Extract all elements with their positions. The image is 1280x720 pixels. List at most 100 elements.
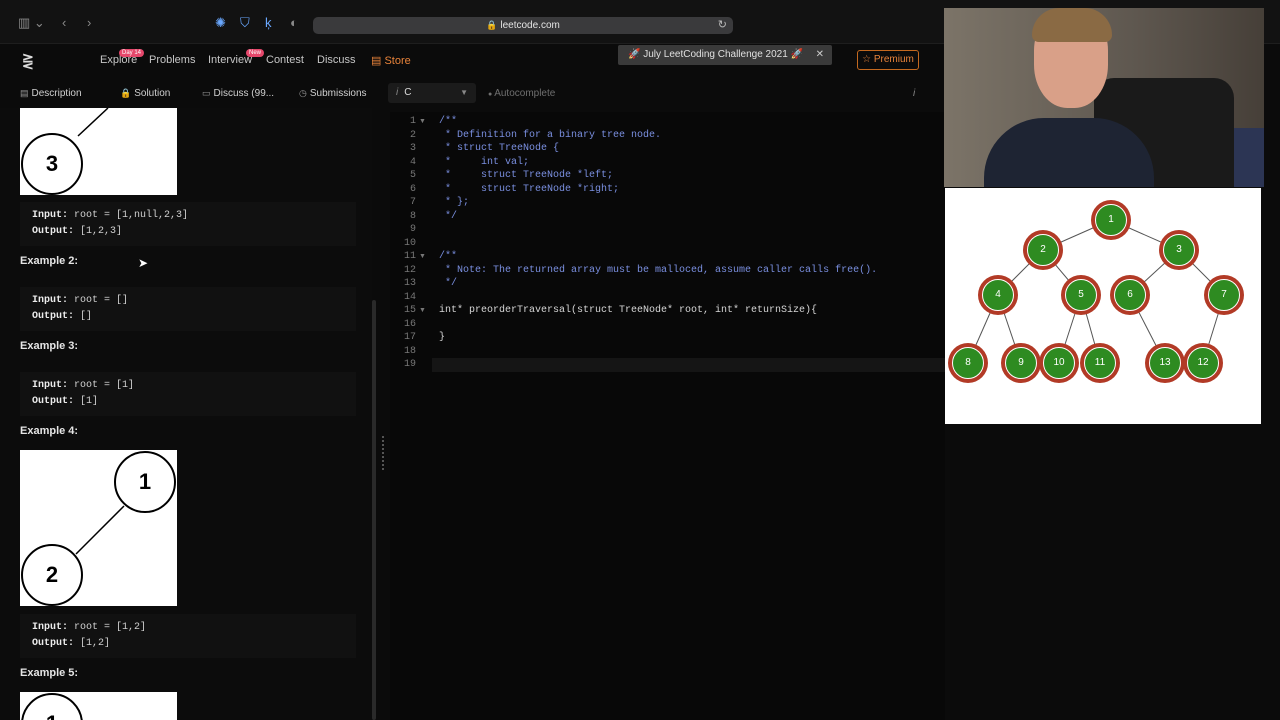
autocomplete-toggle[interactable]: ● Autocomplete — [488, 88, 555, 99]
tree-node-label: 12 — [1187, 347, 1219, 379]
sidebar-toggle-icon[interactable]: ▥ ⌄ — [18, 16, 45, 30]
input-value: root = [1] — [68, 380, 135, 391]
output-label: Output: — [32, 226, 75, 237]
leetcode-logo-icon[interactable]: ⋛ — [22, 53, 34, 70]
close-icon[interactable]: ✕ — [816, 45, 824, 65]
output-value: [1,2] — [74, 638, 111, 649]
extension-sun-icon[interactable]: ✺ — [215, 16, 226, 30]
tab-discuss[interactable]: ▭ Discuss (99... — [202, 88, 274, 99]
code-line: * Definition for a binary tree node. — [439, 129, 662, 141]
forward-icon[interactable]: › — [87, 16, 91, 30]
fold-arrow-icon[interactable]: ▼ — [419, 253, 426, 260]
code-line: */ — [439, 210, 458, 222]
explore-badge: Day 14 — [119, 49, 145, 57]
tree-node-label: 6 — [1114, 279, 1146, 311]
input-value: root = [] — [68, 295, 129, 306]
tree-node-label: 11 — [1084, 347, 1116, 379]
nav-interview[interactable]: Interview — [208, 54, 252, 66]
tree-node: 13 — [1145, 343, 1185, 383]
output-value: [1,2,3] — [74, 226, 123, 237]
webcam-overlay — [944, 8, 1264, 187]
code-line: */ — [439, 278, 458, 289]
tree-node-label: 3 — [1163, 234, 1195, 266]
output-label: Output: — [32, 638, 75, 649]
tree-node: 3 — [1159, 230, 1199, 270]
tree-node: 1 — [21, 693, 83, 720]
reload-icon[interactable]: ↻ — [718, 17, 727, 34]
tree-node: 2 — [21, 544, 83, 606]
example5-title: Example 5: — [20, 667, 79, 679]
url-text: leetcode.com — [500, 20, 560, 31]
tab-solution-label: Solution — [134, 88, 171, 99]
example3-title: Example 3: — [20, 340, 79, 352]
autocomplete-label: Autocomplete — [494, 88, 556, 99]
tab-description-label: Description — [31, 88, 82, 99]
tree-node: 11 — [1080, 343, 1120, 383]
line-number: 11 — [403, 251, 416, 262]
input-label: Input: — [32, 210, 69, 221]
code-editor[interactable]: 1 ▼/** 2 * Definition for a binary tree no… — [390, 112, 945, 720]
language-select[interactable]: iC ▼ — [388, 83, 476, 103]
example3-input: Input: root = [1] — [32, 378, 344, 394]
nav-contest[interactable]: Contest — [266, 54, 304, 66]
example3-block: Input: root = [1] Output: [1] — [20, 372, 356, 416]
extension-shield-icon[interactable]: ⛉ — [240, 16, 250, 30]
description-scrollbar[interactable] — [372, 300, 376, 720]
tree-node-label: 4 — [982, 279, 1014, 311]
description-icon: ▤ — [20, 88, 29, 98]
challenge-banner[interactable]: 🚀 July LeetCoding Challenge 2021 🚀 ✕ — [618, 45, 832, 65]
tree-node-label: 5 — [1065, 279, 1097, 311]
fold-arrow-icon[interactable]: ▼ — [419, 307, 426, 314]
address-bar[interactable]: 🔒 leetcode.com ↻ — [313, 17, 733, 34]
line-number: 12 — [403, 264, 416, 276]
interview-badge: New — [246, 49, 265, 57]
line-number: 8 — [409, 210, 416, 222]
tree-node: 1 — [114, 451, 176, 513]
nav-discuss[interactable]: Discuss — [317, 54, 356, 66]
output-value: [1] — [74, 396, 99, 407]
line-number: 5 — [409, 170, 416, 181]
line-number: 3 — [409, 143, 416, 154]
extension-k-icon[interactable]: ķ — [265, 16, 272, 30]
nav-problems[interactable]: Problems — [149, 54, 195, 66]
example4-input: Input: root = [1,2] — [32, 620, 344, 636]
nav-store[interactable]: ▤ Store — [371, 54, 411, 67]
tree-node-label: 1 — [1095, 204, 1127, 236]
panel-resize-handle[interactable] — [382, 436, 384, 470]
clock-icon: ◷ — [299, 88, 307, 98]
input-label: Input: — [32, 380, 69, 391]
premium-button[interactable]: ☆ Premium — [857, 50, 919, 70]
description-panel: 3 Input: root = [1,null,2,3] Output: [1,… — [0, 108, 372, 720]
code-line: * struct TreeNode { — [439, 143, 560, 154]
webcam-person-body — [984, 118, 1154, 187]
comment-icon: ▭ — [202, 88, 211, 98]
binary-tree-diagram: 1 2 3 4 5 6 7 8 9 10 11 13 12 — [945, 188, 1261, 424]
fold-arrow-icon[interactable]: ▼ — [419, 118, 426, 125]
tab-description[interactable]: ▤ Description — [20, 88, 82, 99]
tree-node: 6 — [1110, 275, 1150, 315]
example2-input: Input: root = [] — [32, 293, 344, 309]
mouse-cursor-icon: ➤ — [138, 256, 149, 270]
line-number: 4 — [409, 156, 416, 168]
line-number: 10 — [403, 237, 416, 249]
example3-output: Output: [1] — [32, 394, 344, 410]
example1-input: Input: root = [1,null,2,3] — [32, 208, 344, 224]
tree-node: 12 — [1183, 343, 1223, 383]
line-number: 18 — [403, 345, 416, 357]
example1-output: Output: [1,2,3] — [32, 224, 344, 240]
example2-block: Input: root = [] Output: [] — [20, 287, 356, 331]
code-line: * Note: The returned array must be mallo… — [439, 264, 878, 276]
lock-icon: 🔒 — [486, 20, 498, 30]
code-line: * }; — [439, 197, 470, 208]
code-line: /** — [439, 251, 458, 262]
back-icon[interactable]: ‹ — [62, 16, 66, 30]
line-number: 17 — [403, 332, 416, 343]
tree-node-label: 13 — [1149, 347, 1181, 379]
info-icon: i — [396, 87, 399, 98]
tree-node: 8 — [948, 343, 988, 383]
tab-submissions[interactable]: ◷ Submissions — [299, 88, 367, 99]
info-icon[interactable]: i — [913, 88, 915, 99]
code-line: * struct TreeNode *right; — [439, 183, 620, 195]
tab-solution[interactable]: 🔒 Solution — [120, 88, 170, 99]
extension-half-shield-icon[interactable]: ◐ — [290, 16, 298, 30]
